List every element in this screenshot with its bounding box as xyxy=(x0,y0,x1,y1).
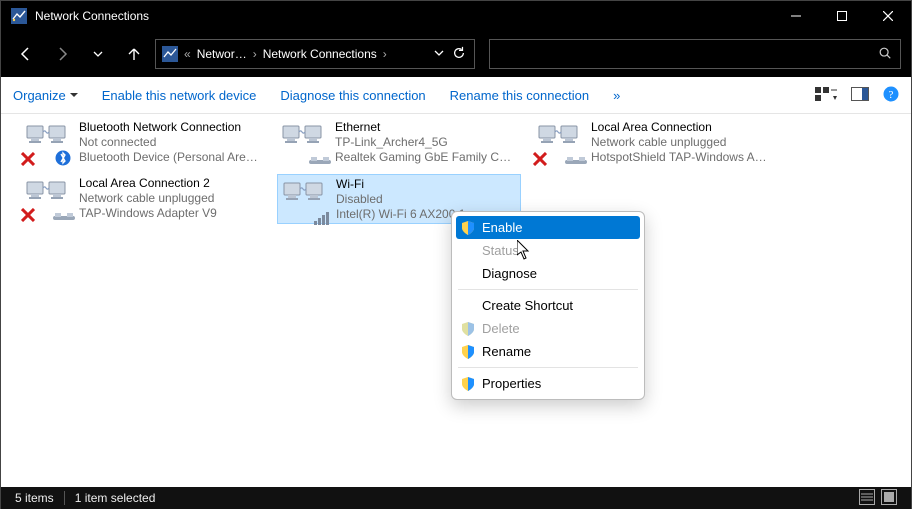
connection-device: Bluetooth Device (Personal Area ... xyxy=(79,150,261,165)
window-title: Network Connections xyxy=(35,9,149,23)
shield-icon xyxy=(461,322,475,336)
rename-connection-button[interactable]: Rename this connection xyxy=(450,88,589,103)
ctx-properties[interactable]: Properties xyxy=(456,372,640,395)
overflow-button[interactable]: » xyxy=(613,88,620,103)
diagnose-connection-button[interactable]: Diagnose this connection xyxy=(280,88,425,103)
status-item-count: 5 items xyxy=(15,491,54,505)
chevron-down-icon xyxy=(70,91,78,99)
breadcrumb-seg2[interactable]: Network Connections xyxy=(257,47,383,61)
ctx-status: Status xyxy=(456,239,640,262)
shield-icon xyxy=(461,221,475,235)
connection-device: Realtek Gaming GbE Family Contr... xyxy=(335,150,517,165)
help-button[interactable]: ? xyxy=(883,86,899,105)
app-icon xyxy=(11,8,27,24)
ctx-delete: Delete xyxy=(456,317,640,340)
preview-pane-button[interactable] xyxy=(851,87,869,104)
breadcrumb-seg1[interactable]: Networ… xyxy=(191,47,253,61)
connection-item[interactable]: Local Area Connection Network cable unpl… xyxy=(533,118,777,168)
breadcrumb-prefix: « xyxy=(184,47,191,61)
connection-item[interactable]: Local Area Connection 2 Network cable un… xyxy=(21,174,265,224)
connection-status: Disabled xyxy=(336,192,516,207)
adapter-icon xyxy=(25,176,73,220)
ctx-create-shortcut[interactable]: Create Shortcut xyxy=(456,294,640,317)
adapter-icon xyxy=(282,177,330,221)
recent-locations-button[interactable] xyxy=(83,39,113,69)
connection-device: HotspotShield TAP-Windows Ada... xyxy=(591,150,773,165)
connection-status: TP-Link_Archer4_5G xyxy=(335,135,517,150)
connection-name: Bluetooth Network Connection xyxy=(79,120,261,135)
shield-icon xyxy=(461,345,475,359)
shield-icon xyxy=(461,377,475,391)
connection-status: Network cable unplugged xyxy=(79,191,261,206)
connection-name: Wi-Fi xyxy=(336,177,516,192)
organize-button[interactable]: Organize xyxy=(13,88,78,103)
adapter-icon xyxy=(281,120,329,164)
adapter-icon xyxy=(25,120,73,164)
content-area[interactable]: Wi-Fi Disabled Intel(R) Wi-Fi 6 AX200 1 … xyxy=(1,114,911,487)
close-button[interactable] xyxy=(865,1,911,31)
refresh-button[interactable] xyxy=(452,46,466,63)
up-button[interactable] xyxy=(119,39,149,69)
svg-text:?: ? xyxy=(889,89,894,101)
ctx-rename[interactable]: Rename xyxy=(456,340,640,363)
connection-status: Not connected xyxy=(79,135,261,150)
connection-name: Local Area Connection 2 xyxy=(79,176,261,191)
connection-device: TAP-Windows Adapter V9 xyxy=(79,206,261,221)
connection-name: Local Area Connection xyxy=(591,120,773,135)
details-view-button[interactable] xyxy=(859,489,875,508)
connection-name: Ethernet xyxy=(335,120,517,135)
breadcrumb[interactable]: « Networ… › Network Connections › xyxy=(155,39,475,69)
ctx-diagnose[interactable]: Diagnose xyxy=(456,262,640,285)
context-menu: Enable Status Diagnose Create Shortcut D… xyxy=(451,211,645,400)
connection-item[interactable]: Ethernet TP-Link_Archer4_5G Realtek Gami… xyxy=(277,118,521,168)
forward-button[interactable] xyxy=(47,39,77,69)
ctx-enable[interactable]: Enable xyxy=(456,216,640,239)
maximize-button[interactable] xyxy=(819,1,865,31)
connection-item[interactable]: Bluetooth Network Connection Not connect… xyxy=(21,118,265,168)
minimize-button[interactable] xyxy=(773,1,819,31)
status-selection: 1 item selected xyxy=(75,491,156,505)
breadcrumb-dropdown[interactable] xyxy=(434,47,444,61)
enable-device-button[interactable]: Enable this network device xyxy=(102,88,257,103)
search-icon xyxy=(878,46,892,63)
back-button[interactable] xyxy=(11,39,41,69)
search-input[interactable] xyxy=(489,39,901,69)
connection-status: Network cable unplugged xyxy=(591,135,773,150)
view-options-button[interactable] xyxy=(815,86,837,105)
chevron-right-icon: › xyxy=(383,47,387,61)
adapter-icon xyxy=(537,120,585,164)
large-icons-view-button[interactable] xyxy=(881,489,897,508)
